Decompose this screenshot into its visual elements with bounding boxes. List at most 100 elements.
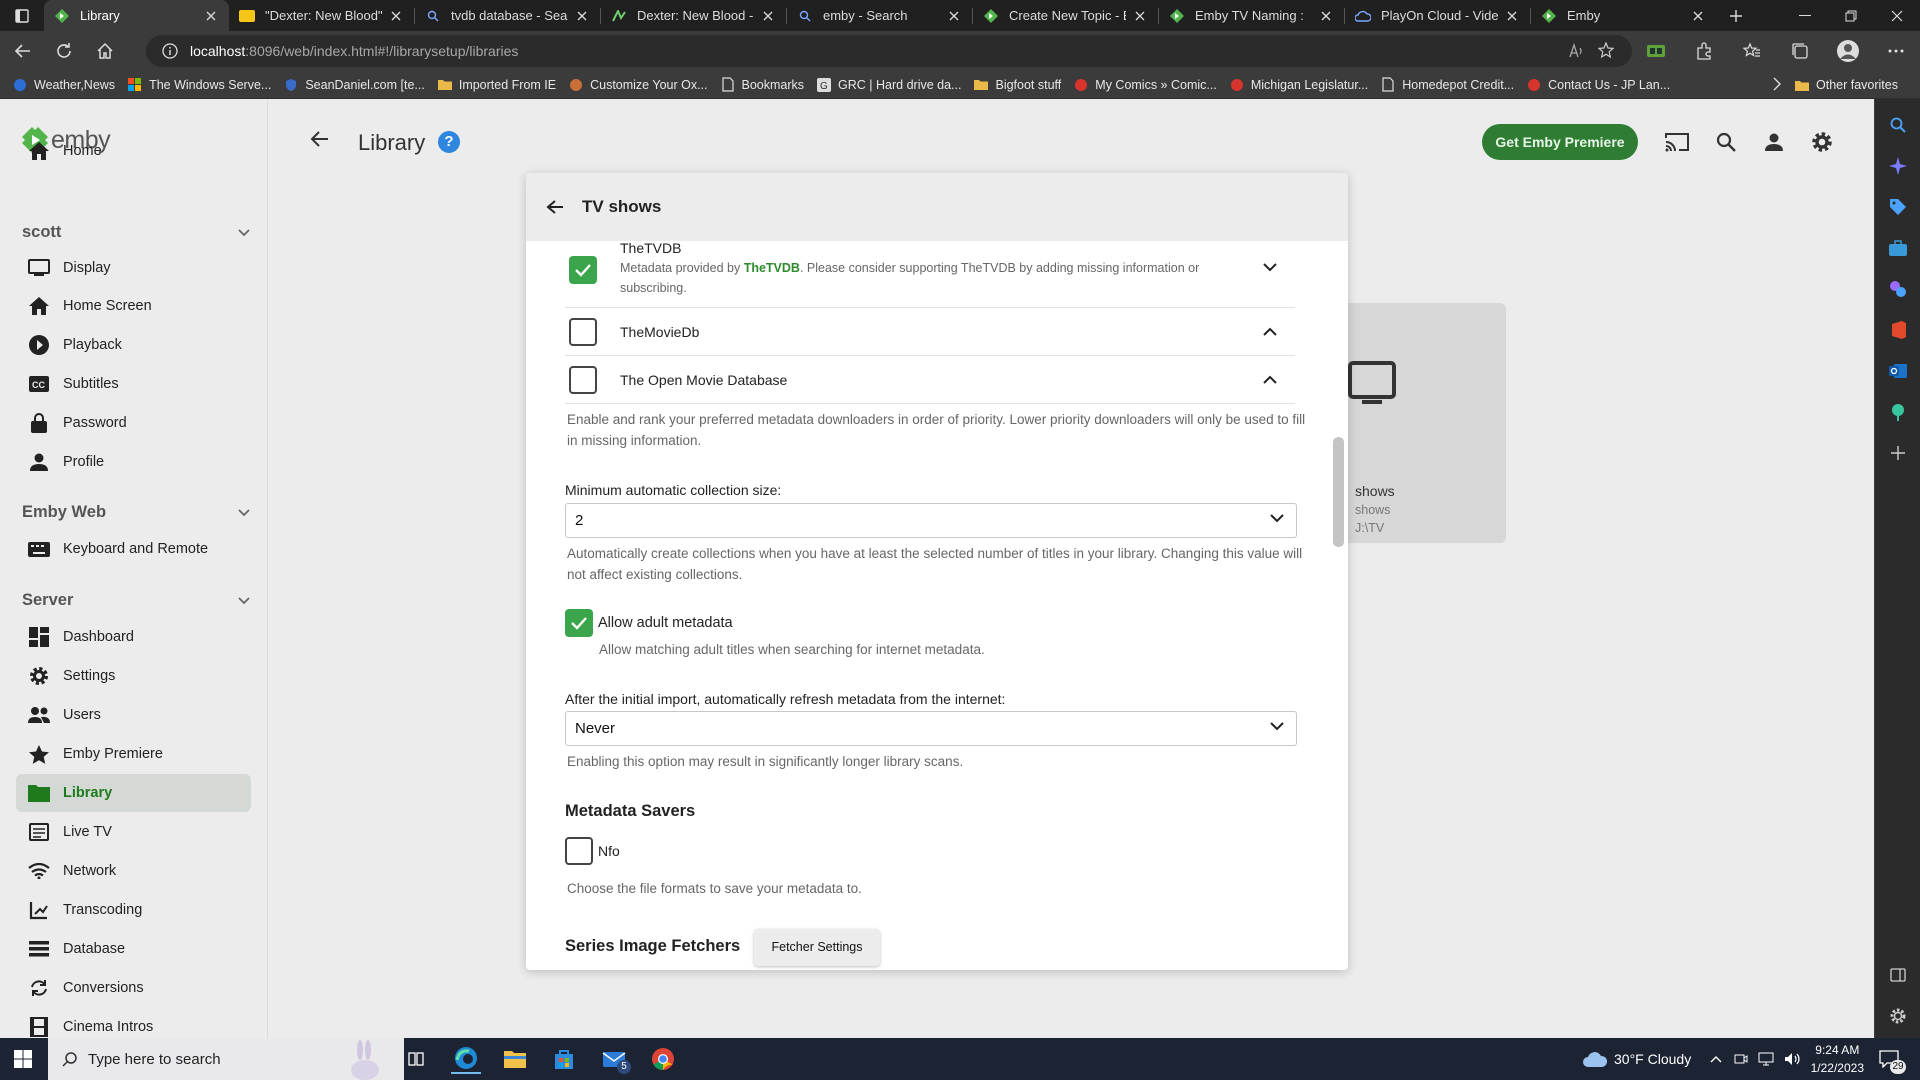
new-tab-button[interactable] bbox=[1716, 0, 1756, 31]
downloader-checkbox-omdb[interactable] bbox=[569, 366, 597, 394]
outlook-icon[interactable] bbox=[1888, 361, 1908, 381]
mail-icon[interactable]: 5 bbox=[599, 1044, 631, 1074]
address-bar[interactable]: localhost:8096/web/index.html#!/librarys… bbox=[146, 35, 1632, 67]
favorite-bookmarks[interactable]: Bookmarks bbox=[720, 77, 804, 93]
task-view-icon[interactable] bbox=[401, 1044, 431, 1074]
taskbar-search-box[interactable]: Type here to search bbox=[48, 1038, 404, 1080]
chevron-up-icon[interactable] bbox=[1263, 327, 1277, 336]
collection-size-select[interactable]: 2 bbox=[565, 503, 1297, 538]
sidebar-settings-gear-icon[interactable] bbox=[1888, 1006, 1908, 1026]
sidebar-section-user[interactable]: scott bbox=[22, 223, 250, 242]
downloader-checkbox-thetvdb[interactable] bbox=[569, 256, 597, 284]
favorite-imported-from-ie[interactable]: Imported From IE bbox=[437, 77, 556, 93]
add-favorite-icon[interactable] bbox=[1598, 42, 1616, 60]
dialog-scrollbar[interactable] bbox=[1333, 437, 1344, 547]
dialog-back-button[interactable] bbox=[546, 198, 564, 216]
profile-avatar[interactable] bbox=[1824, 31, 1872, 71]
close-window-button[interactable] bbox=[1874, 0, 1920, 31]
tab-emby[interactable]: Emby bbox=[1531, 0, 1716, 31]
cast-icon[interactable] bbox=[1664, 129, 1690, 155]
start-button[interactable] bbox=[8, 1044, 38, 1074]
favorite-customize-oxo[interactable]: Customize Your Ox... bbox=[568, 77, 708, 93]
minimize-button[interactable] bbox=[1782, 0, 1828, 31]
clock[interactable]: 9:24 AM 1/22/2023 bbox=[1811, 1041, 1864, 1077]
close-icon[interactable] bbox=[203, 8, 219, 24]
favorite-windows-server[interactable]: The Windows Serve... bbox=[127, 77, 271, 93]
tab-imdb[interactable]: "Dexter: New Blood" C bbox=[229, 0, 414, 31]
sidebar-section-emby-web[interactable]: Emby Web bbox=[22, 503, 250, 522]
settings-gear-icon[interactable] bbox=[1809, 129, 1835, 155]
sidebar-item-settings[interactable]: Settings bbox=[16, 657, 251, 695]
sidebar-item-conversions[interactable]: Conversions bbox=[16, 969, 251, 1007]
site-info-icon[interactable] bbox=[162, 43, 178, 59]
favorite-homedepot[interactable]: Homedepot Credit... bbox=[1380, 77, 1514, 93]
favorite-bigfoot[interactable]: Bigfoot stuff bbox=[973, 77, 1061, 93]
chevron-right-icon[interactable] bbox=[1772, 77, 1782, 91]
close-icon[interactable] bbox=[574, 8, 590, 24]
tab-create-topic[interactable]: Create New Topic - Em bbox=[973, 0, 1158, 31]
back-button[interactable] bbox=[5, 35, 41, 67]
store-icon[interactable] bbox=[549, 1044, 579, 1074]
favorites-icon[interactable] bbox=[1728, 31, 1776, 71]
sidebar-item-keyboard-remote[interactable]: Keyboard and Remote bbox=[16, 530, 251, 568]
downloader-checkbox-themoviedb[interactable] bbox=[569, 318, 597, 346]
notifications-icon[interactable]: 29 bbox=[1874, 1044, 1906, 1074]
sidebar-item-home[interactable]: Home bbox=[16, 132, 251, 170]
favorite-grc[interactable]: G GRC | Hard drive da... bbox=[816, 77, 961, 93]
search-icon[interactable] bbox=[1713, 129, 1739, 155]
office-icon[interactable] bbox=[1888, 320, 1908, 340]
sidebar-layout-icon[interactable] bbox=[1888, 965, 1908, 985]
sidebar-item-users[interactable]: Users bbox=[16, 696, 251, 734]
favorite-contact-jp[interactable]: Contact Us - JP Lan... bbox=[1526, 77, 1670, 93]
favorite-weather[interactable]: Weather,News bbox=[12, 77, 115, 93]
sidebar-item-transcoding[interactable]: Transcoding bbox=[16, 891, 251, 929]
adult-metadata-checkbox[interactable] bbox=[565, 609, 593, 637]
chevron-up-icon[interactable] bbox=[1710, 1055, 1722, 1063]
favorite-michigan[interactable]: Michigan Legislatur... bbox=[1229, 77, 1368, 93]
restore-button[interactable] bbox=[1828, 0, 1874, 31]
nfo-saver-checkbox[interactable] bbox=[565, 837, 593, 865]
meet-now-icon[interactable] bbox=[1734, 1052, 1748, 1066]
sidebar-item-dashboard[interactable]: Dashboard bbox=[16, 618, 251, 656]
fetcher-settings-button[interactable]: Fetcher Settings bbox=[754, 929, 880, 966]
tab-emby-search[interactable]: emby - Search bbox=[787, 0, 972, 31]
sidebar-item-subtitles[interactable]: CC Subtitles bbox=[16, 365, 251, 403]
chevron-up-icon[interactable] bbox=[1263, 375, 1277, 384]
close-icon[interactable] bbox=[946, 8, 962, 24]
read-aloud-icon[interactable] bbox=[1568, 43, 1584, 59]
sidebar-item-home-screen[interactable]: Home Screen bbox=[16, 287, 251, 325]
tab-actions-button[interactable] bbox=[0, 0, 44, 31]
sidebar-section-server[interactable]: Server bbox=[22, 591, 250, 610]
favorite-my-comics[interactable]: My Comics » Comic... bbox=[1073, 77, 1217, 93]
close-icon[interactable] bbox=[388, 8, 404, 24]
tab-playon[interactable]: PlayOn Cloud - Video bbox=[1345, 0, 1530, 31]
user-icon[interactable] bbox=[1761, 129, 1787, 155]
sidebar-item-live-tv[interactable]: Live TV bbox=[16, 813, 251, 851]
add-icon[interactable] bbox=[1888, 443, 1908, 463]
other-favorites[interactable]: Other favorites bbox=[1794, 77, 1898, 93]
sidebar-item-profile[interactable]: Profile bbox=[16, 443, 251, 481]
extension-icon[interactable] bbox=[1632, 31, 1680, 71]
more-icon[interactable] bbox=[1872, 31, 1920, 71]
file-explorer-icon[interactable] bbox=[500, 1044, 530, 1074]
sidebar-item-password[interactable]: Password bbox=[16, 404, 251, 442]
get-emby-premiere-button[interactable]: Get Emby Premiere bbox=[1482, 124, 1638, 160]
sidebar-item-network[interactable]: Network bbox=[16, 852, 251, 890]
close-icon[interactable] bbox=[1132, 8, 1148, 24]
shopping-tag-icon[interactable] bbox=[1888, 197, 1908, 217]
games-icon[interactable] bbox=[1888, 279, 1908, 299]
sparkle-icon[interactable] bbox=[1888, 156, 1908, 176]
volume-icon[interactable] bbox=[1784, 1052, 1800, 1066]
refresh-metadata-select[interactable]: Never bbox=[565, 711, 1297, 746]
tools-icon[interactable] bbox=[1888, 238, 1908, 258]
help-icon[interactable]: ? bbox=[438, 131, 460, 153]
tab-tvdb-search[interactable]: tvdb database - Search bbox=[415, 0, 600, 31]
close-icon[interactable] bbox=[760, 8, 776, 24]
search-icon[interactable] bbox=[1888, 115, 1908, 135]
tree-icon[interactable] bbox=[1888, 402, 1908, 422]
extensions-icon[interactable] bbox=[1680, 31, 1728, 71]
home-button[interactable] bbox=[87, 35, 123, 67]
close-icon[interactable] bbox=[1504, 8, 1520, 24]
favorite-seandaniel[interactable]: SeanDaniel.com [te... bbox=[283, 77, 425, 93]
sidebar-item-library[interactable]: Library bbox=[16, 774, 251, 812]
